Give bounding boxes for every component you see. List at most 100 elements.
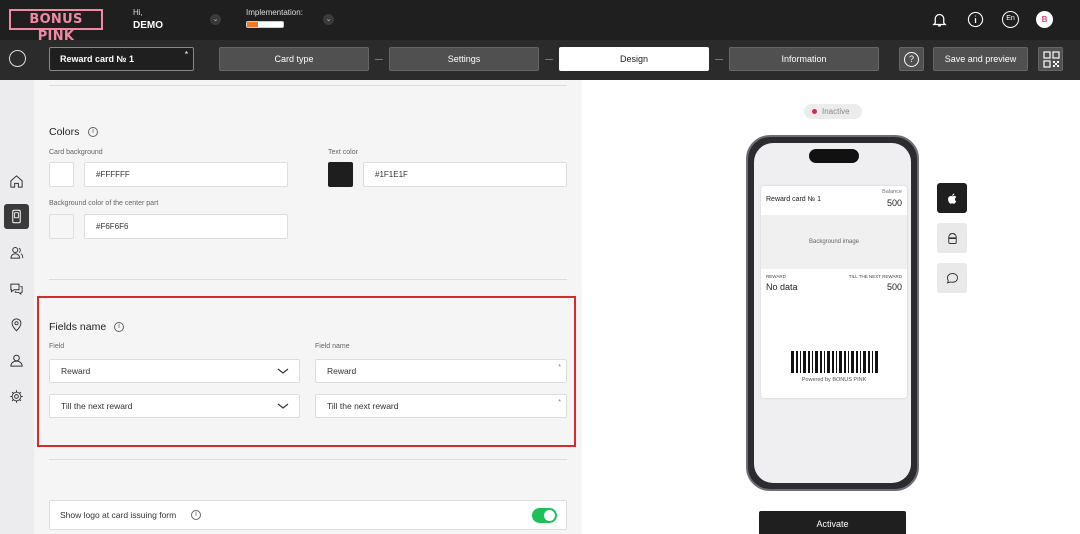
barcode-bar: [824, 351, 825, 373]
sidebar-item-cards[interactable]: [4, 204, 29, 229]
toggle-knob: [544, 510, 555, 521]
gear-icon: [10, 390, 23, 403]
barcode-bar: [839, 351, 842, 373]
brand-logo[interactable]: BONUS PINK: [9, 9, 103, 44]
text-color-label: Text color: [328, 149, 358, 156]
fields-name-title: Fields name: [49, 321, 107, 333]
card-background-input[interactable]: #FFFFFF: [84, 162, 288, 187]
barcode-bar: [872, 351, 873, 373]
colors-info-icon[interactable]: i: [88, 127, 98, 137]
tab-design[interactable]: Design: [559, 47, 709, 71]
step-divider: [545, 59, 553, 60]
card-name-input[interactable]: Reward card № 1 *: [49, 47, 194, 71]
sidebar-item-clients[interactable]: [4, 240, 29, 265]
design-form: Colors i Card background #FFFFFF Text co…: [34, 80, 582, 534]
barcode-bar: [851, 351, 854, 373]
divider: [49, 279, 567, 280]
barcode-bar: [836, 351, 837, 373]
barcode-bar: [827, 351, 830, 373]
field-name-input-till-next-reward[interactable]: Till the next reward *: [315, 394, 567, 418]
greeting-label: Hi,: [133, 8, 143, 17]
field-select-value: Till the next reward: [61, 401, 133, 411]
chat-icon: [10, 283, 23, 295]
implementation-progress: [246, 21, 284, 28]
barcode-bar: [868, 351, 870, 373]
activate-button[interactable]: Activate: [759, 511, 906, 534]
user-menu-chevron-icon[interactable]: ⌄: [210, 14, 221, 25]
field-select-value: Reward: [61, 366, 91, 376]
center-background-swatch[interactable]: [49, 214, 74, 239]
field-name-column-label: Field name: [315, 343, 350, 350]
barcode-bar: [808, 351, 810, 373]
qr-code-icon: [1043, 51, 1060, 68]
center-background-input[interactable]: #F6F6F6: [84, 214, 288, 239]
barcode-bar: [815, 351, 818, 373]
edit-pencil-icon[interactable]: [9, 50, 26, 67]
preview-field2-label: TILL THE NEXT REWARD: [848, 274, 902, 279]
phone-screen: Reward card № 1 Balance 500 Background i…: [754, 143, 911, 483]
language-switch[interactable]: En: [1002, 11, 1019, 28]
implementation-label: Implementation:: [246, 8, 303, 17]
qr-code-button[interactable]: [1038, 47, 1063, 71]
status-text: Inactive: [822, 107, 850, 116]
divider: [49, 459, 567, 460]
avatar[interactable]: B: [1036, 11, 1053, 28]
preview-field1-label: REWARD: [766, 274, 786, 279]
sidebar: [0, 80, 34, 534]
tab-settings[interactable]: Settings: [389, 47, 539, 71]
card-preview-panel: Inactive Reward card № 1 Balance 500 Bac…: [582, 80, 1080, 534]
field-column-label: Field: [49, 343, 65, 350]
step-divider: [715, 59, 723, 60]
step-divider: [375, 59, 383, 60]
message-preview-button[interactable]: [937, 263, 967, 293]
barcode-bar: [820, 351, 822, 373]
barcode-bar: [875, 351, 878, 373]
bell-icon[interactable]: [931, 11, 948, 28]
show-logo-toggle[interactable]: [532, 508, 557, 523]
user-name[interactable]: DEMO: [133, 20, 163, 31]
info-icon[interactable]: [967, 11, 984, 28]
sidebar-item-profile[interactable]: [4, 348, 29, 373]
barcode-bar: [856, 351, 858, 373]
card-name-value: Reward card № 1: [60, 54, 135, 64]
home-icon: [10, 175, 23, 188]
sidebar-item-messages[interactable]: [4, 276, 29, 301]
location-pin-icon: [11, 318, 22, 332]
field-name-input-reward[interactable]: Reward *: [315, 359, 567, 383]
save-and-preview-button[interactable]: Save and preview: [933, 47, 1028, 71]
tab-card-type[interactable]: Card type: [219, 47, 369, 71]
preview-card-name: Reward card № 1: [766, 196, 821, 203]
tab-information[interactable]: Information: [729, 47, 879, 71]
sidebar-item-home[interactable]: [4, 169, 29, 194]
phone-notch: [809, 149, 859, 163]
card-background-swatch[interactable]: [49, 162, 74, 187]
barcode-bar: [800, 351, 801, 373]
sidebar-item-locations[interactable]: [4, 312, 29, 337]
user-icon: [10, 354, 23, 367]
preview-powered-by: Powered by BONUS PINK: [801, 377, 867, 383]
android-preview-button[interactable]: [937, 223, 967, 253]
status-badge: Inactive: [804, 104, 862, 119]
preview-background-image: Background image: [761, 215, 907, 269]
field-select-till-next-reward[interactable]: Till the next reward: [49, 394, 300, 418]
field-name-value: Reward: [327, 366, 357, 376]
text-color-swatch[interactable]: [328, 162, 353, 187]
barcode-bar: [812, 351, 813, 373]
help-button[interactable]: ?: [899, 47, 924, 71]
preview-field2-value: 500: [886, 282, 902, 292]
users-icon: [10, 247, 24, 259]
divider: [49, 85, 567, 86]
show-logo-label: Show logo at card issuing form: [60, 510, 177, 520]
implementation-chevron-icon[interactable]: ⌄: [323, 14, 334, 25]
show-logo-info-icon[interactable]: i: [191, 510, 201, 520]
chat-bubble-icon: [946, 272, 958, 284]
show-logo-row: Show logo at card issuing form i: [49, 500, 567, 530]
sidebar-item-settings[interactable]: [4, 384, 29, 409]
fields-name-info-icon[interactable]: i: [114, 322, 124, 332]
text-color-input[interactable]: #1F1E1F: [363, 162, 567, 187]
apple-preview-button[interactable]: [937, 183, 967, 213]
colors-title: Colors: [49, 126, 80, 138]
field-select-reward[interactable]: Reward: [49, 359, 300, 383]
preview-balance-label: Balance: [882, 189, 902, 195]
apple-icon: [947, 193, 956, 204]
